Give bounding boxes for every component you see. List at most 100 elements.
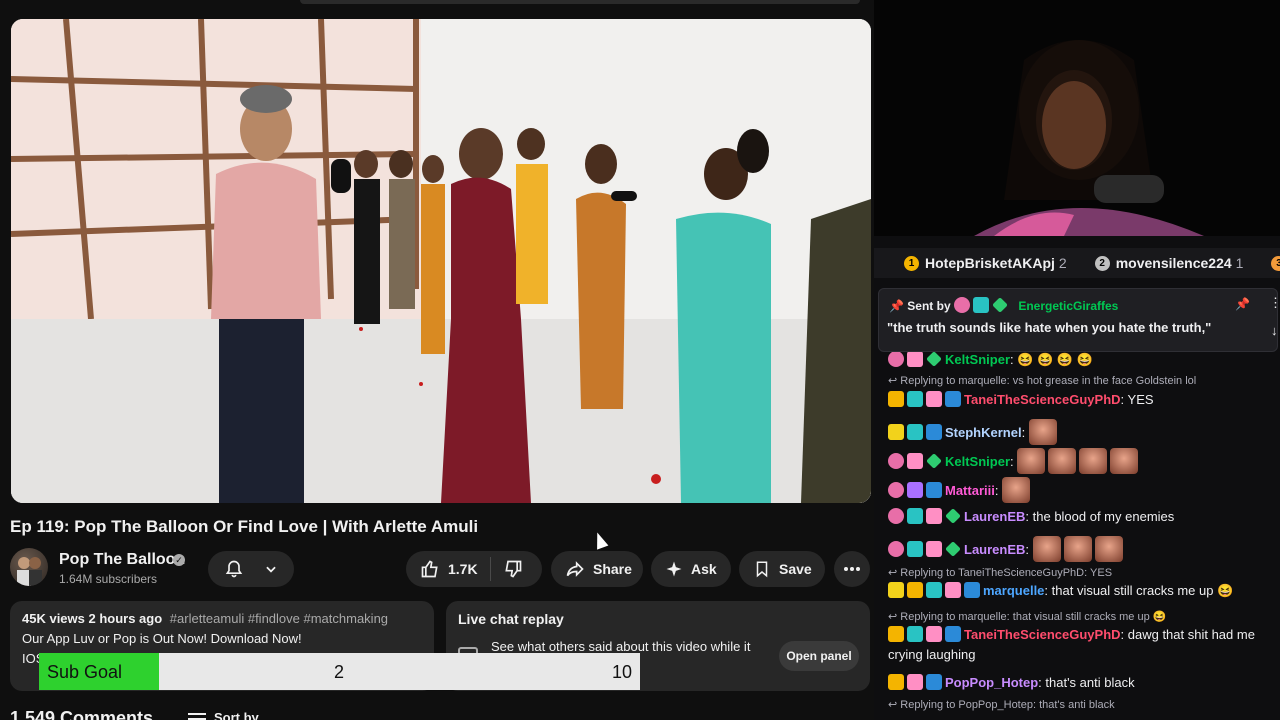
rank-badge: 2 <box>1094 255 1110 271</box>
emote-icon <box>1094 536 1123 562</box>
chat-text: : <box>1010 454 1018 469</box>
chat-username[interactable]: TaneiTheScienceGuyPhD <box>964 392 1121 407</box>
description-line: Our App Luv or Pop is Out Now! Download … <box>22 631 302 646</box>
chat-message: StephKernel: <box>888 419 1268 445</box>
chat-badge-icon <box>926 541 942 557</box>
sub-goal-target: 10 <box>611 662 632 682</box>
chat-badge-icon <box>907 674 923 690</box>
chat-username[interactable]: PopPop_Hotep <box>945 675 1038 690</box>
chat-username[interactable]: marquelle <box>983 583 1044 598</box>
channel-avatar[interactable] <box>10 548 48 586</box>
chat-badge-icon <box>907 453 923 469</box>
ask-button[interactable]: Ask <box>651 551 731 587</box>
chat-username[interactable]: TaneiTheScienceGuyPhD <box>964 627 1121 642</box>
chat-badge-icon <box>926 391 942 407</box>
share-arrow-icon <box>566 561 584 577</box>
reply-context: ↩ Replying to TaneiTheScienceGuyPhD: YES <box>888 567 1113 579</box>
emote-icon <box>1110 448 1139 474</box>
views-and-tags: 45K views 2 hours ago #arletteamuli #fin… <box>22 611 422 626</box>
views-time: 45K views 2 hours ago <box>22 611 163 626</box>
chat-badge-icon <box>888 626 904 642</box>
like-divider <box>489 557 491 581</box>
chat-message: KeltSniper: 😆 😆 😆 😆 <box>888 352 1268 370</box>
bookmark-icon <box>756 561 768 578</box>
hashtags[interactable]: #arletteamuli #findlove #matchmaking <box>170 611 388 626</box>
streamer-webcam <box>874 0 1280 236</box>
video-player[interactable] <box>11 19 871 503</box>
like-dislike-group: 1.7K <box>406 551 542 587</box>
chat-username[interactable]: LaurenEB <box>964 542 1025 557</box>
sort-by-button[interactable]: Sort by <box>188 710 259 720</box>
rank-badge: 1 <box>904 255 919 271</box>
emote-icon <box>1079 448 1108 474</box>
more-actions-button[interactable] <box>834 551 870 587</box>
chat-badge-icon <box>926 626 942 642</box>
chat-username[interactable]: KeltSniper <box>945 454 1010 469</box>
sent-by-label: Sent by <box>907 299 951 313</box>
more-vertical-icon[interactable]: ⋮ <box>1269 295 1280 311</box>
save-button[interactable]: Save <box>739 551 825 587</box>
leaderboard-entry[interactable]: 3ynott <box>1271 255 1280 271</box>
open-panel-button[interactable]: Open panel <box>779 641 859 671</box>
live-chat-replay-title: Live chat replay <box>458 611 564 627</box>
chat-username[interactable]: KeltSniper <box>945 352 1010 367</box>
chat-text: : 😆 😆 😆 😆 <box>1010 352 1093 367</box>
chat-badge-icon <box>888 508 904 524</box>
more-horizontal-icon <box>844 567 860 571</box>
thumbs-up-icon[interactable] <box>420 559 440 579</box>
chat-badge-icon <box>945 508 961 524</box>
pin-small-icon: 📌 <box>889 299 908 313</box>
youtube-watch-page: Ep 119: Pop The Balloon Or Find Love | W… <box>0 0 874 720</box>
chat-badge-icon <box>907 424 923 440</box>
chat-message: Mattariii: <box>888 477 1268 503</box>
pin-icon[interactable]: 📌 <box>1235 297 1250 311</box>
sort-by-label: Sort by <box>214 710 259 720</box>
rank-badge: 3 <box>1271 255 1280 271</box>
chat-badge-icon <box>888 674 904 690</box>
chat-badge-icon <box>888 424 904 440</box>
reply-context: ↩ Replying to PopPop_Hotep: that's anti … <box>888 699 1115 711</box>
channel-name[interactable]: Pop The Balloon <box>59 551 185 569</box>
chat-badge-icon <box>926 424 942 440</box>
video-frame <box>11 19 871 503</box>
comments-count: 1,549 Comments <box>10 708 154 720</box>
chat-username[interactable]: LaurenEB <box>964 509 1025 524</box>
chat-badge-icon <box>888 482 904 498</box>
chat-badge-icon <box>888 541 904 557</box>
subscriber-count: 1.64M subscribers <box>59 572 158 586</box>
sort-icon <box>188 717 206 720</box>
chat-badge-icon <box>926 482 942 498</box>
pinned-message[interactable]: 📌 Sent by EnergeticGiraffes "the truth s… <box>878 288 1280 352</box>
chat-text: : YES <box>1120 392 1154 407</box>
subscribed-notifications-button[interactable] <box>208 551 294 587</box>
chat-badge-icon <box>926 453 942 469</box>
video-title: Ep 119: Pop The Balloon Or Find Love | W… <box>10 517 479 536</box>
chat-username[interactable]: StephKernel <box>945 425 1022 440</box>
mouse-cursor-icon <box>591 530 609 550</box>
chat-badge-icon <box>907 352 923 367</box>
leaderboard-entry[interactable]: 1 HotepBrisketAKApj 2 <box>904 255 1067 271</box>
chat-username[interactable]: Mattariii <box>945 483 995 498</box>
leaderboard-count: 1 <box>1235 255 1244 271</box>
thumbs-down-icon[interactable] <box>503 559 523 579</box>
chat-text: : that's anti black <box>1038 675 1135 690</box>
chat-text: : that visual still cracks me up 😆 <box>1044 583 1234 598</box>
chat-message: marquelle: that visual still cracks me u… <box>888 581 1268 601</box>
leaderboard-entry[interactable]: 2 movensilence224 1 <box>1094 255 1244 271</box>
emote-icon <box>1002 477 1031 503</box>
chat-text: : <box>994 483 1003 498</box>
emote-icon <box>1063 536 1092 562</box>
like-count[interactable]: 1.7K <box>448 561 478 577</box>
share-button[interactable]: Share <box>551 551 643 587</box>
sparkle-icon <box>666 561 682 577</box>
chat-badge-icon <box>907 482 923 498</box>
chat-message: PopPop_Hotep: that's anti black <box>888 673 1268 693</box>
pinned-username[interactable]: EnergeticGiraffes <box>1018 299 1118 313</box>
ask-label: Ask <box>691 561 717 577</box>
chat-badge-icon <box>888 582 904 598</box>
sub-goal-overlay: Sub Goal 2 10 <box>39 653 640 690</box>
chat-badge-icon <box>888 453 904 469</box>
chat-message-continued: crying laughing <box>888 647 976 662</box>
expand-down-icon[interactable]: ↓ <box>1271 323 1278 338</box>
chat-badge-icon <box>945 582 961 598</box>
